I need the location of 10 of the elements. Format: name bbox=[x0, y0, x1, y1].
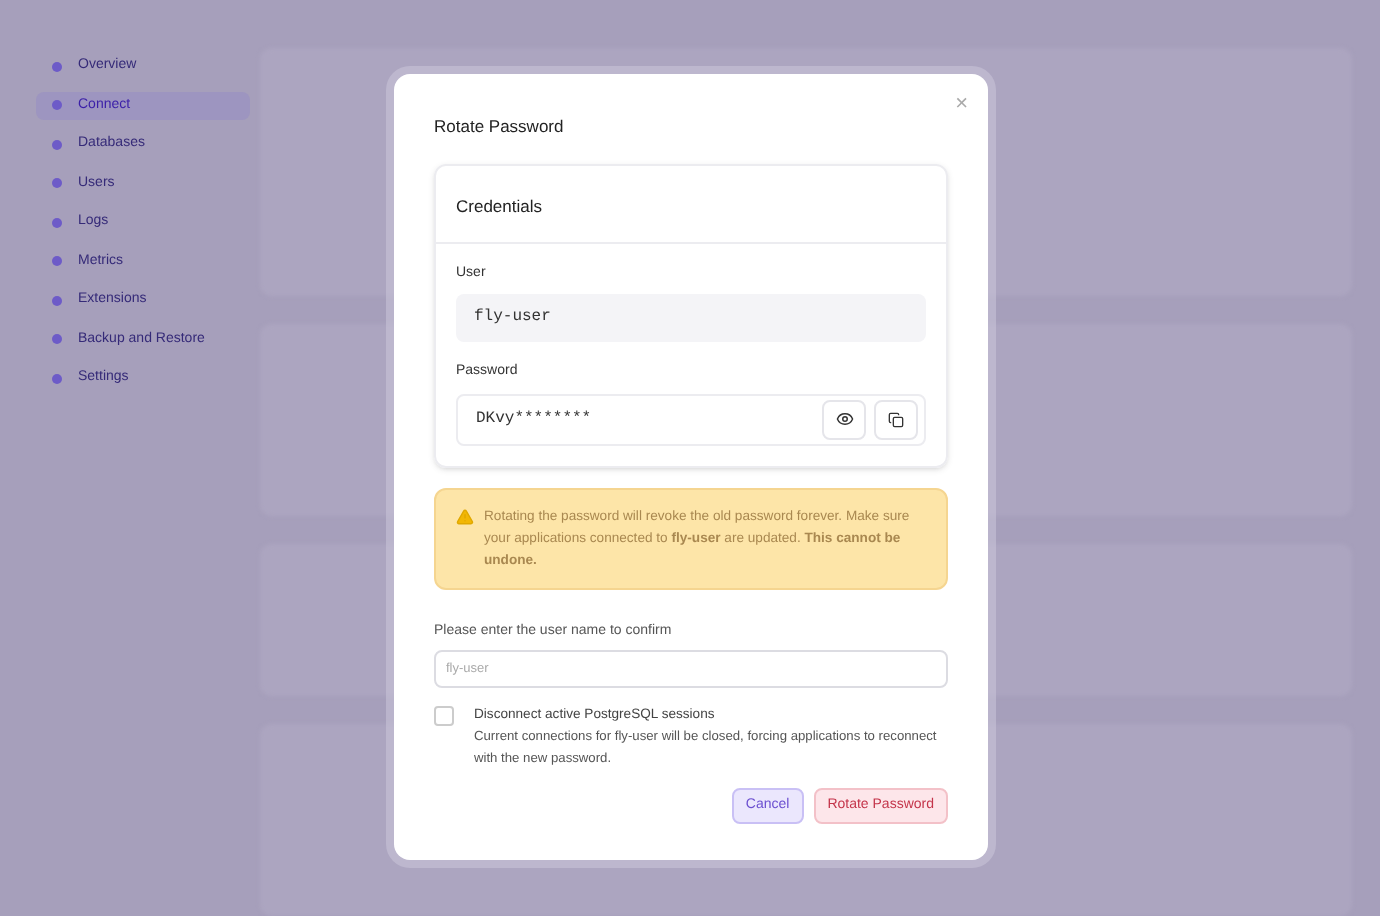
eye-icon-button[interactable] bbox=[822, 399, 866, 440]
card-title: Credentials bbox=[456, 195, 542, 216]
user-field[interactable]: fly-user bbox=[456, 294, 926, 343]
eye-icon bbox=[835, 410, 853, 429]
dialog-title: Rotate Password bbox=[434, 114, 564, 140]
warning-icon bbox=[456, 507, 474, 526]
checkbox[interactable] bbox=[434, 706, 454, 727]
password-field[interactable]: DKvy******** bbox=[456, 393, 926, 446]
copy-icon bbox=[888, 411, 904, 428]
copy-button[interactable] bbox=[874, 399, 918, 440]
